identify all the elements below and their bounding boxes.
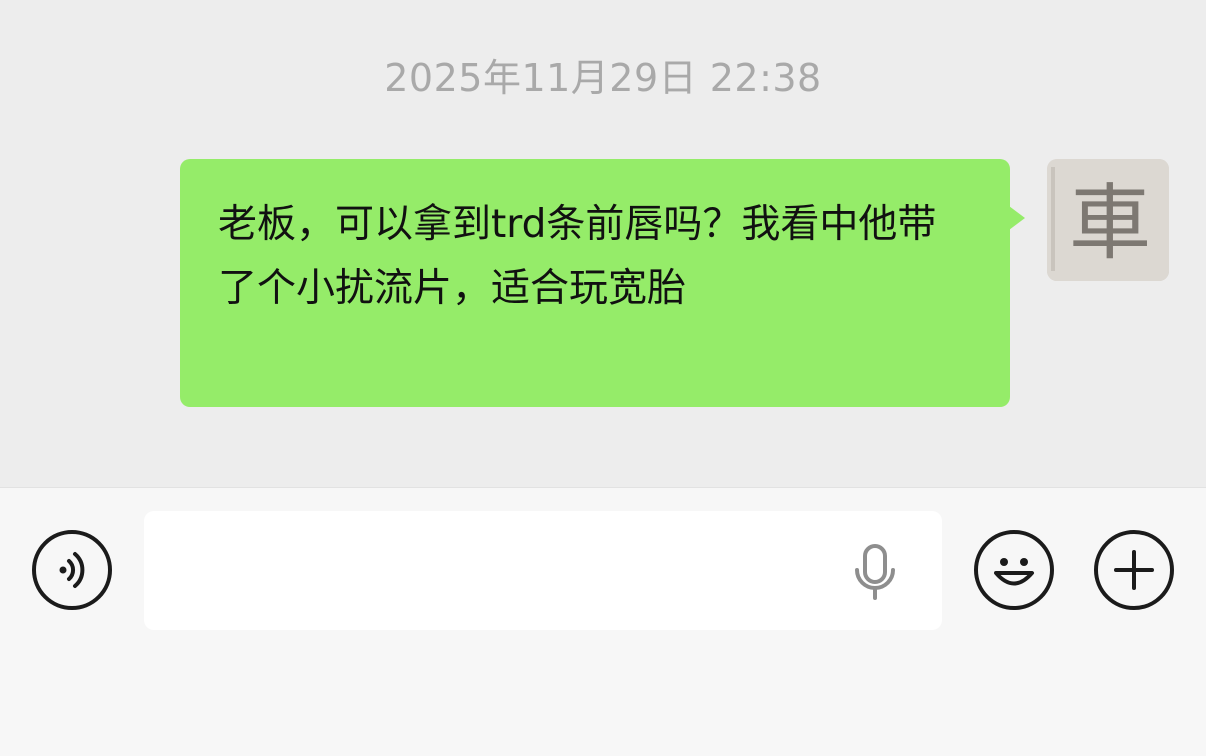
- message-timestamp: 2025年11月29日 22:38: [384, 56, 822, 100]
- voice-mode-button[interactable]: [32, 530, 112, 610]
- input-bar: [0, 487, 1206, 756]
- emoji-icon: [994, 558, 1034, 586]
- avatar-glyph: 車: [1069, 176, 1151, 271]
- message-bubble-self[interactable]: 老板，可以拿到trd条前唇吗？我看中他带了个小扰流片，适合玩宽胎: [180, 159, 1010, 407]
- microphone-icon[interactable]: [848, 544, 904, 604]
- more-actions-button[interactable]: [1094, 530, 1174, 610]
- chat-area: 2025年11月29日 22:38 老板，可以拿到trd条前唇吗？我看中他带了个…: [0, 0, 1206, 487]
- avatar[interactable]: 車: [1047, 159, 1169, 281]
- message-input[interactable]: [144, 511, 942, 630]
- bubble-tail: [1009, 206, 1025, 230]
- emoji-button[interactable]: [974, 530, 1054, 610]
- plus-icon: [1114, 550, 1154, 590]
- voice-mode-icon: [59, 552, 85, 588]
